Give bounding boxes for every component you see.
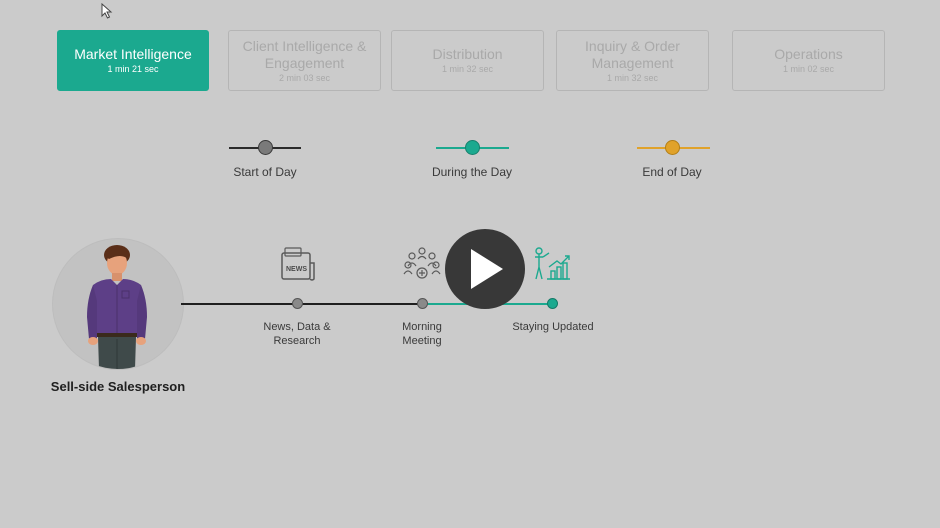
play-button[interactable] [445, 229, 525, 309]
timeline-dot-updated[interactable] [547, 298, 558, 309]
timeline-label-meeting: Morning Meeting [402, 321, 442, 347]
tab-title: Inquiry & Order Management [585, 37, 680, 71]
news-icon: NEWS [281, 247, 315, 281]
tab-title: Distribution [432, 46, 503, 62]
timeline-label-updated: Staying Updated [512, 321, 594, 333]
timeline-dot-news[interactable] [292, 298, 303, 309]
legend-end-label: End of Day [642, 165, 702, 179]
legend-during-label: During the Day [431, 165, 513, 179]
tab-inquiry-order[interactable]: Inquiry & Order Management 1 min 32 sec [556, 30, 709, 91]
legend-start-label: Start of Day [233, 165, 297, 179]
person-name: Sell-side Salesperson [50, 379, 186, 394]
tab-duration: 2 min 03 sec [278, 72, 331, 83]
timeline-dot-meeting[interactable] [417, 298, 428, 309]
tab-title: Client Intelligence & Engagement [242, 37, 367, 71]
tab-title: Market Intelligence [74, 46, 192, 62]
avatar [53, 239, 183, 369]
tab-market-intelligence[interactable]: Market Intelligence 1 min 21 sec [57, 30, 209, 91]
play-icon [471, 249, 503, 289]
timeline-label-news: News, Data & Research [263, 321, 331, 347]
tab-duration: 1 min 02 sec [782, 64, 835, 74]
tab-title: Operations [774, 46, 843, 62]
tab-duration: 1 min 21 sec [107, 64, 159, 74]
growth-chart-icon [535, 247, 570, 280]
timeline-start-line [181, 303, 425, 305]
video-stage: Market Intelligence 1 min 21 sec Client … [0, 0, 940, 528]
svg-text:NEWS: NEWS [286, 266, 307, 273]
legend-end-dot [665, 140, 680, 155]
salesperson-illustration [87, 245, 147, 369]
legend-during-dot [465, 140, 480, 155]
tab-client-intelligence[interactable]: Client Intelligence & Engagement 2 min 0… [228, 30, 381, 91]
tab-operations[interactable]: Operations 1 min 02 sec [732, 30, 885, 91]
legend-start-dot [258, 140, 273, 155]
arrow-cursor-icon [101, 3, 113, 19]
tab-distribution[interactable]: Distribution 1 min 32 sec [391, 30, 544, 91]
meeting-icon [403, 247, 441, 279]
tab-duration: 1 min 32 sec [606, 72, 659, 83]
tab-duration: 1 min 32 sec [441, 64, 494, 74]
